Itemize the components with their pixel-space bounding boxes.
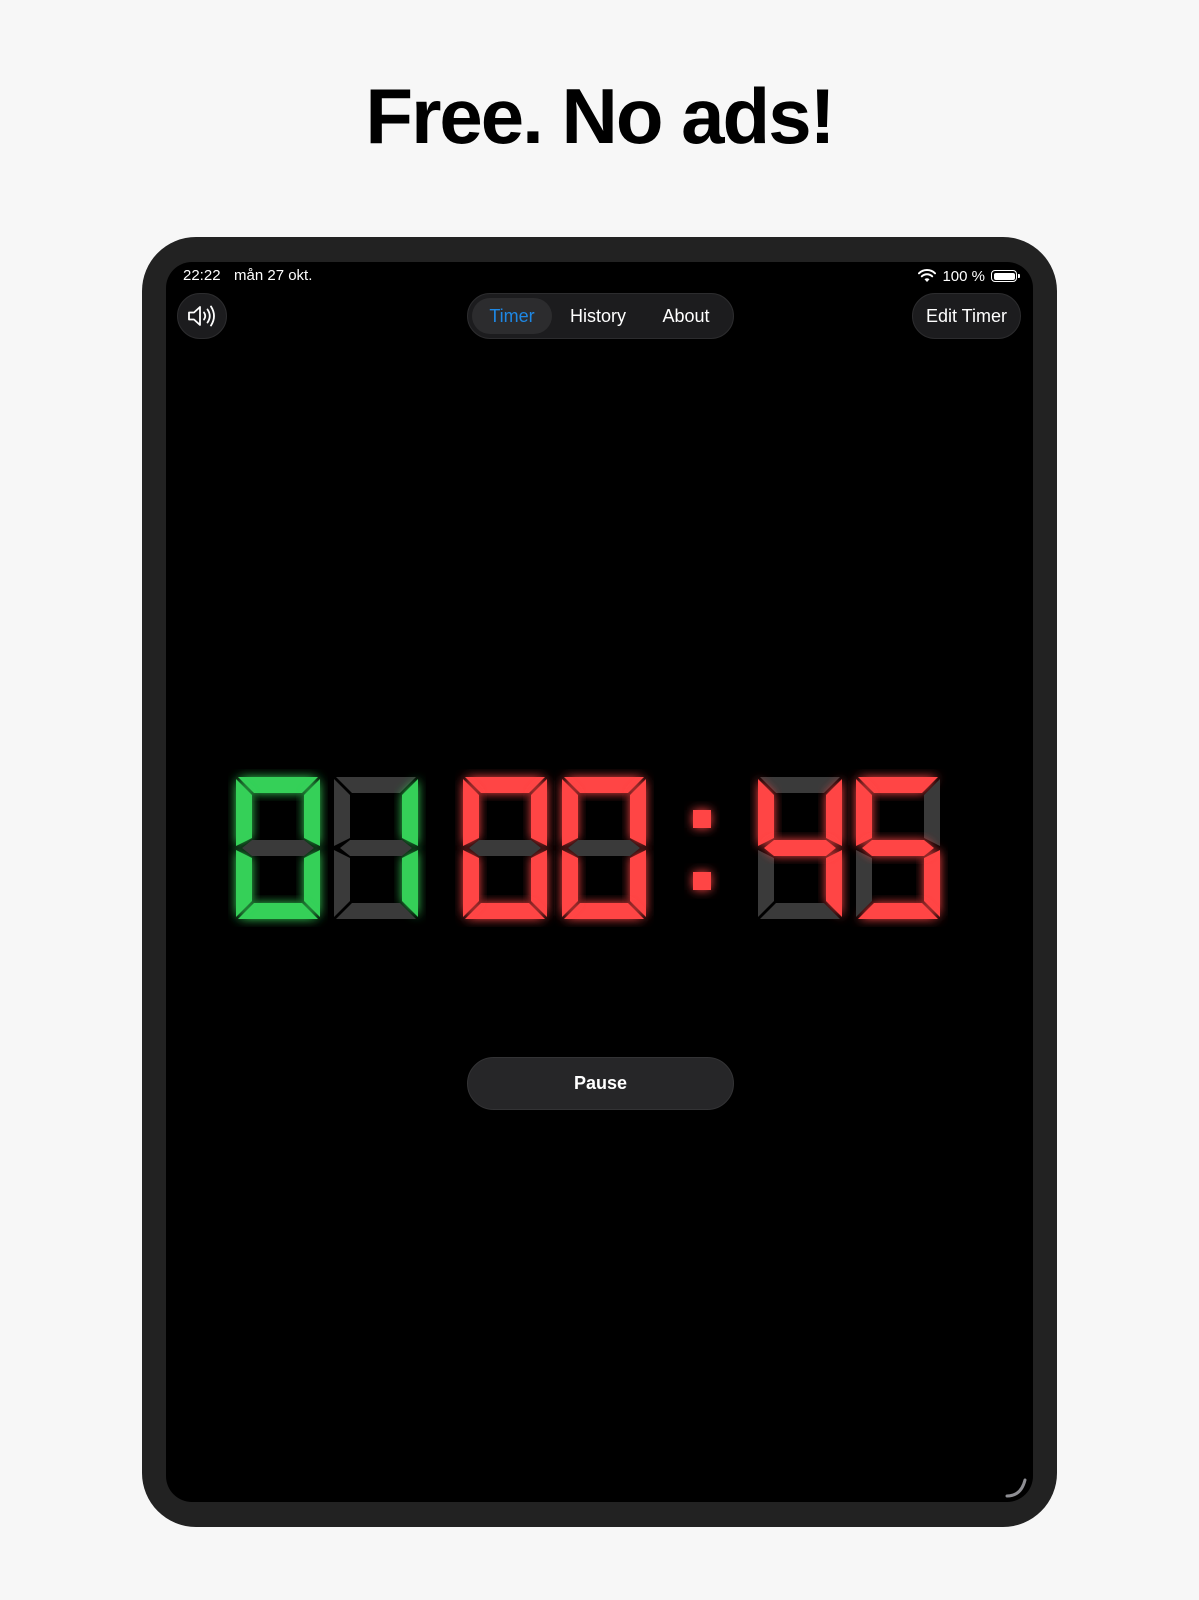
digit-segment [304, 850, 320, 917]
digit-segment [469, 840, 541, 856]
app-screen: 22:22 mån 27 okt. 100 % Timer History Ab… [166, 262, 1033, 1502]
battery-percent: 100 % [942, 267, 985, 285]
digit-segment [465, 903, 545, 919]
battery-icon [991, 270, 1020, 282]
digit-segment [826, 850, 842, 917]
digit-segment [758, 779, 774, 846]
digit-segment [760, 903, 840, 919]
digit-segment [826, 779, 842, 846]
digit-segment [568, 840, 640, 856]
digit-segment [304, 779, 320, 846]
timer-digit [856, 777, 940, 919]
digit-segment [562, 779, 578, 846]
timer-digit [334, 777, 418, 919]
digit-segment [924, 779, 940, 846]
edit-timer-button[interactable]: Edit Timer [911, 293, 1021, 339]
digit-segment [862, 840, 934, 856]
timer-colon-dot [693, 810, 711, 828]
speaker-wave-icon [188, 305, 215, 327]
resize-handle-icon[interactable] [1003, 1474, 1029, 1500]
digit-segment [238, 903, 318, 919]
timer-digit [236, 777, 320, 919]
digit-segment [531, 779, 547, 846]
digit-segment [402, 779, 418, 846]
digit-segment [402, 850, 418, 917]
digit-segment [856, 850, 872, 917]
pause-button[interactable]: Pause [467, 1057, 734, 1110]
digit-segment [242, 840, 314, 856]
status-time: 22:22 [183, 267, 221, 284]
tab-about[interactable]: About [644, 298, 728, 334]
digit-segment [564, 777, 644, 793]
digit-segment [856, 779, 872, 846]
wifi-icon [918, 269, 937, 282]
tab-history[interactable]: History [552, 298, 644, 334]
tab-timer[interactable]: Timer [472, 298, 552, 334]
digit-segment [463, 850, 479, 917]
digit-segment [630, 779, 646, 846]
digit-segment [562, 850, 578, 917]
digit-segment [531, 850, 547, 917]
digit-segment [336, 903, 416, 919]
timer-display [236, 777, 940, 919]
timer-digit [463, 777, 547, 919]
digit-segment [334, 850, 350, 917]
tab-bar: Timer History About [467, 293, 734, 339]
digit-segment [760, 777, 840, 793]
digit-segment [924, 850, 940, 917]
digit-segment [334, 779, 350, 846]
digit-segment [858, 777, 938, 793]
sound-toggle-button[interactable] [177, 293, 227, 339]
digit-segment [236, 850, 252, 917]
digit-segment [630, 850, 646, 917]
status-date: mån 27 okt. [234, 267, 313, 284]
digit-segment [564, 903, 644, 919]
digit-segment [758, 850, 774, 917]
timer-colon-dot [693, 872, 711, 890]
digit-segment [463, 779, 479, 846]
timer-digit [562, 777, 646, 919]
headline: Free. No ads! [365, 72, 835, 160]
digit-segment [858, 903, 938, 919]
status-indicators: 100 % [918, 266, 1020, 286]
digit-segment [336, 777, 416, 793]
timer-digit [758, 777, 842, 919]
digit-segment [236, 779, 252, 846]
digit-segment [465, 777, 545, 793]
digit-segment [340, 840, 412, 856]
digit-segment [764, 840, 836, 856]
digit-segment [238, 777, 318, 793]
